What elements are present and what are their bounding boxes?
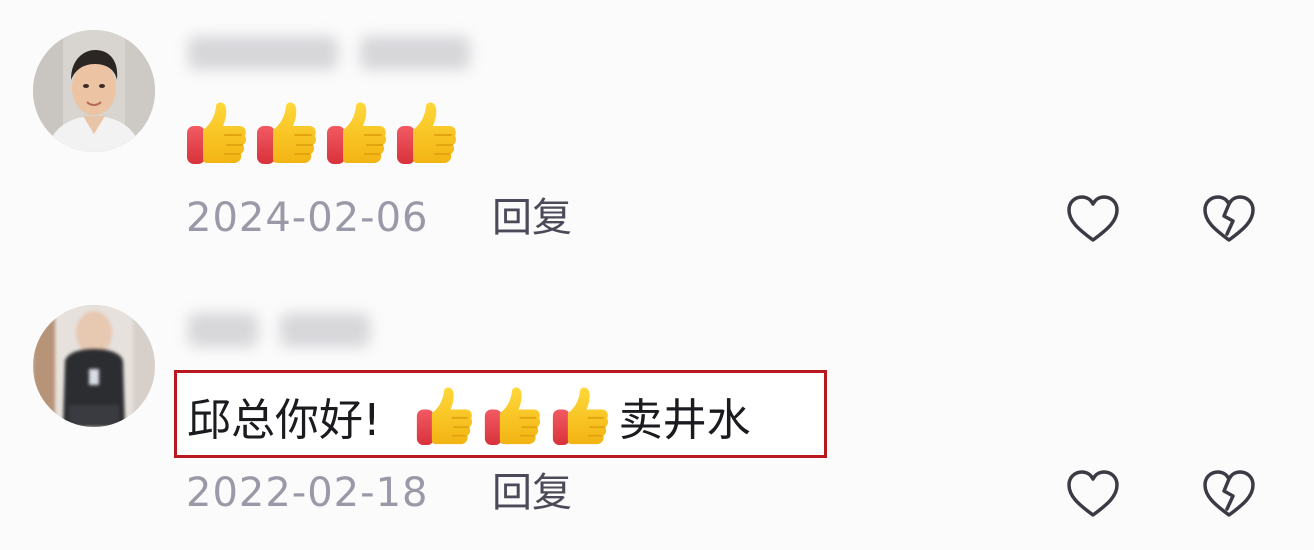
like-button[interactable]: [1064, 190, 1122, 248]
comment-date: 2022-02-18: [186, 470, 429, 516]
avatar[interactable]: [33, 30, 155, 152]
thumbs-up-emoji: [415, 385, 473, 447]
comment-text: 邱总你好! 卖井水: [187, 381, 751, 451]
broken-heart-icon: [1203, 195, 1255, 242]
comment-item: 邱总你好! 卖井水 2022-02-18 回复: [0, 275, 1314, 550]
thumbs-up-emoji: [395, 100, 457, 166]
dislike-button[interactable]: [1200, 190, 1258, 248]
thumbs-up-emoji: [483, 385, 541, 447]
reply-button[interactable]: 回复: [492, 190, 572, 246]
highlighted-comment-text: 邱总你好! 卖井水: [174, 370, 827, 458]
message-prefix: 邱总你好!: [187, 395, 381, 446]
avatar[interactable]: [33, 305, 155, 427]
comment-date: 2024-02-06: [186, 195, 429, 241]
thumbs-up-emoji: [325, 100, 387, 166]
message-suffix: 卖井水: [618, 395, 751, 446]
thumbs-up-emoji: [185, 100, 247, 166]
broken-heart-icon: [1203, 470, 1255, 517]
heart-outline-icon: [1067, 470, 1119, 517]
dislike-button[interactable]: [1200, 465, 1258, 523]
username-blurred[interactable]: [188, 36, 470, 76]
reply-button[interactable]: 回复: [492, 465, 572, 521]
like-button[interactable]: [1064, 465, 1122, 523]
username-blurred[interactable]: [188, 313, 370, 353]
comment-item: 2024-02-06 回复: [0, 0, 1314, 275]
heart-outline-icon: [1067, 195, 1119, 242]
thumbs-up-emoji: [255, 100, 317, 166]
comment-text: [185, 100, 457, 170]
thumbs-up-emoji: [551, 385, 609, 447]
